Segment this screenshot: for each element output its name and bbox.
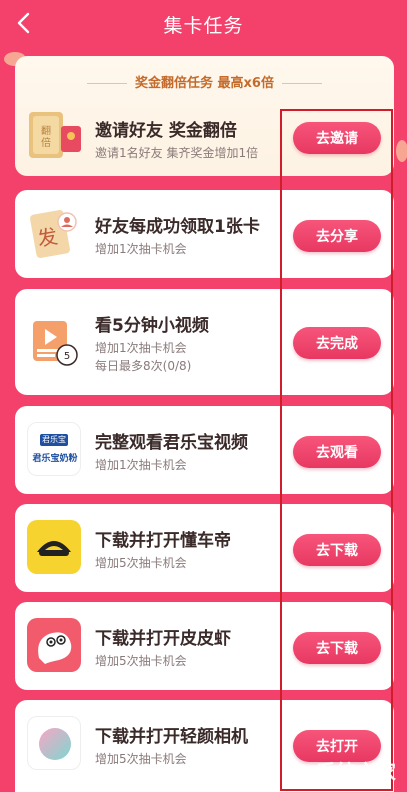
coin-decoration-icon bbox=[396, 140, 407, 162]
svg-text:倍: 倍 bbox=[41, 136, 51, 149]
page-title: 集卡任务 bbox=[163, 14, 244, 37]
watermark: 系统之家 bbox=[316, 759, 396, 784]
junlebao-logo-icon: 君乐宝 君乐宝奶粉 bbox=[27, 422, 81, 476]
red-envelope-cards-icon: 翻 倍 bbox=[27, 110, 81, 164]
task-card-pipixia: 下载并打开皮皮虾 增加5次抽卡机会 去下载 bbox=[15, 602, 394, 690]
dongchedi-app-icon bbox=[27, 520, 81, 574]
task-subtitle: 邀请1名好友 集齐奖金增加1倍 bbox=[95, 146, 259, 160]
task-card-invite: 奖金翻倍任务 最高x6倍 翻 倍 邀请好友 奖金翻倍 邀请1名好友 集齐奖金增加… bbox=[15, 56, 394, 176]
task-title: 下载并打开皮皮虾 bbox=[95, 629, 231, 649]
complete-button[interactable]: 去完成 bbox=[293, 327, 381, 359]
task-subtitle: 增加5次抽卡机会 bbox=[95, 654, 187, 668]
download-button[interactable]: 去下载 bbox=[293, 534, 381, 566]
fa-card-icon: 发 bbox=[27, 208, 81, 262]
task-card-dongchedi: 下载并打开懂车帝 增加5次抽卡机会 去下载 bbox=[15, 504, 394, 592]
pipixia-app-icon bbox=[27, 618, 81, 672]
task-title: 下载并打开轻颜相机 bbox=[95, 727, 248, 747]
invite-button[interactable]: 去邀请 bbox=[293, 122, 381, 154]
task-subtitle: 增加1次抽卡机会 bbox=[95, 458, 187, 472]
video-timer-icon: 5 bbox=[27, 315, 81, 369]
bonus-banner: 奖金翻倍任务 最高x6倍 bbox=[135, 76, 274, 91]
task-title: 下载并打开懂车帝 bbox=[95, 531, 231, 551]
task-card-share: 发 好友每成功领取1张卡 增加1次抽卡机会 去分享 bbox=[15, 190, 394, 278]
svg-text:发: 发 bbox=[36, 224, 60, 251]
task-subtitle: 增加1次抽卡机会 bbox=[95, 341, 187, 355]
download-button[interactable]: 去下载 bbox=[293, 632, 381, 664]
task-title: 好友每成功领取1张卡 bbox=[95, 217, 260, 237]
task-title: 看5分钟小视频 bbox=[95, 316, 209, 336]
task-title: 邀请好友 奖金翻倍 bbox=[95, 121, 237, 141]
task-daily-limit: 每日最多8次(0/8) bbox=[95, 359, 192, 373]
svg-text:翻: 翻 bbox=[41, 125, 51, 137]
task-subtitle: 增加5次抽卡机会 bbox=[95, 556, 187, 570]
qingyan-camera-app-icon bbox=[27, 716, 81, 770]
task-title: 完整观看君乐宝视频 bbox=[95, 433, 248, 453]
task-card-video: 5 看5分钟小视频 增加1次抽卡机会 每日最多8次(0/8) 去完成 bbox=[15, 289, 394, 395]
watch-button[interactable]: 去观看 bbox=[293, 436, 381, 468]
back-arrow-icon[interactable] bbox=[12, 10, 34, 36]
share-button[interactable]: 去分享 bbox=[293, 220, 381, 252]
task-subtitle: 增加5次抽卡机会 bbox=[95, 752, 187, 766]
task-subtitle: 增加1次抽卡机会 bbox=[95, 242, 187, 256]
task-card-junlebao: 君乐宝 君乐宝奶粉 完整观看君乐宝视频 增加1次抽卡机会 去观看 bbox=[15, 406, 394, 494]
svg-text:5: 5 bbox=[64, 351, 70, 362]
top-bar: 集卡任务 bbox=[0, 0, 407, 48]
